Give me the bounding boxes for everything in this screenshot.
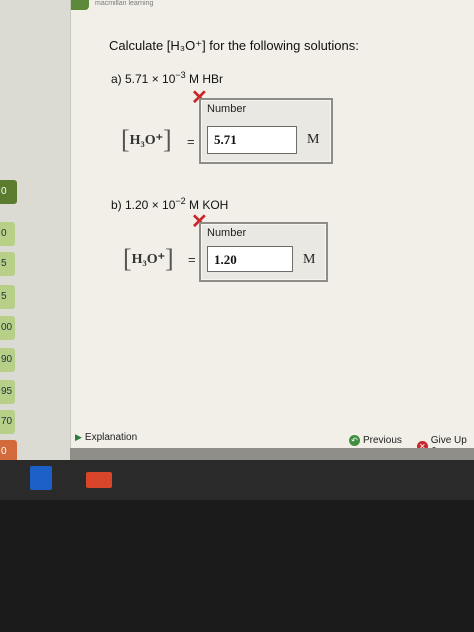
left-bracket: [ xyxy=(123,244,132,273)
back-arrow-icon: ↶ xyxy=(349,435,360,446)
number-label: Number xyxy=(207,103,247,115)
equals-sign: = xyxy=(188,252,196,267)
number-box-b: Number 1.20 M xyxy=(199,222,328,282)
part-a-label: a) 5.71 × 10 xyxy=(111,72,176,86)
left-bracket: [ xyxy=(121,125,130,154)
rail-item-5[interactable]: 00 xyxy=(0,316,15,340)
h3o-expression-a: [H₃O⁺] xyxy=(121,125,172,155)
rail-item-label: 0 xyxy=(1,446,7,457)
part-a-suffix: M HBr xyxy=(185,72,223,86)
triangle-right-icon: ▶ xyxy=(75,432,82,442)
left-rail: 0 0 5 5 00 90 95 70 0 xyxy=(0,0,70,464)
rail-item-8[interactable]: 70 xyxy=(0,410,15,434)
previous-button[interactable]: ↶ Previous xyxy=(349,435,402,446)
part-a-prompt: a) 5.71 × 10−3 M HBr xyxy=(111,70,223,86)
h3o-label: H₃O⁺ xyxy=(131,252,166,267)
rail-item-label: 00 xyxy=(1,322,13,333)
video-app-icon[interactable] xyxy=(86,472,112,488)
explanation-toggle[interactable]: ▶ Explanation xyxy=(75,432,137,443)
rail-item-label: 5 xyxy=(1,258,7,269)
rail-item-label: 0 xyxy=(1,228,7,239)
unit-label: M xyxy=(303,252,316,267)
rail-item-6[interactable]: 90 xyxy=(0,348,15,372)
number-label: Number xyxy=(207,227,247,239)
brand-logo xyxy=(71,0,89,10)
rail-item-label: 95 xyxy=(1,386,13,397)
h3o-expression-b: [H₃O⁺] xyxy=(123,244,174,274)
answer-input-a[interactable]: 5.71 xyxy=(207,126,297,154)
rail-item-7[interactable]: 95 xyxy=(0,380,15,404)
rail-item-4[interactable]: 5 xyxy=(0,285,15,309)
previous-label: Previous xyxy=(363,435,402,446)
h3o-label: H₃O⁺ xyxy=(129,133,164,148)
question-title: Calculate [H₃O⁺] for the following solut… xyxy=(109,38,359,53)
question-panel: macmillan learning Calculate [H₃O⁺] for … xyxy=(70,0,474,457)
rail-item-label: 70 xyxy=(1,416,13,427)
explanation-label: Explanation xyxy=(84,432,138,443)
right-bracket: ] xyxy=(165,244,174,273)
taskbar xyxy=(0,460,474,500)
rail-item-label: 5 xyxy=(1,291,7,302)
answer-input-b[interactable]: 1.20 xyxy=(207,246,293,272)
part-b-suffix: M KOH xyxy=(185,198,229,212)
part-a-exponent: −3 xyxy=(175,70,186,80)
number-box-a: Number 5.71 M xyxy=(199,98,333,164)
rail-item-1[interactable]: 0 xyxy=(0,180,17,204)
panel-bottom-bar xyxy=(70,448,474,460)
rail-item-2[interactable]: 0 xyxy=(0,222,15,246)
part-b-exponent: −2 xyxy=(175,196,186,206)
rail-item-label: 90 xyxy=(1,354,13,365)
part-b-prompt: b) 1.20 × 10−2 M KOH xyxy=(111,196,228,212)
rail-item-3[interactable]: 5 xyxy=(0,252,15,276)
document-app-icon[interactable] xyxy=(30,466,52,490)
part-b-label: b) 1.20 × 10 xyxy=(111,198,176,212)
unit-label: M xyxy=(307,132,320,147)
screen: 0 0 5 5 00 90 95 70 0 macmillan learning… xyxy=(0,0,474,464)
right-bracket: ] xyxy=(163,125,172,154)
rail-item-label: 0 xyxy=(1,186,7,197)
equals-sign: = xyxy=(187,134,195,149)
brand-name: macmillan learning xyxy=(95,0,154,7)
